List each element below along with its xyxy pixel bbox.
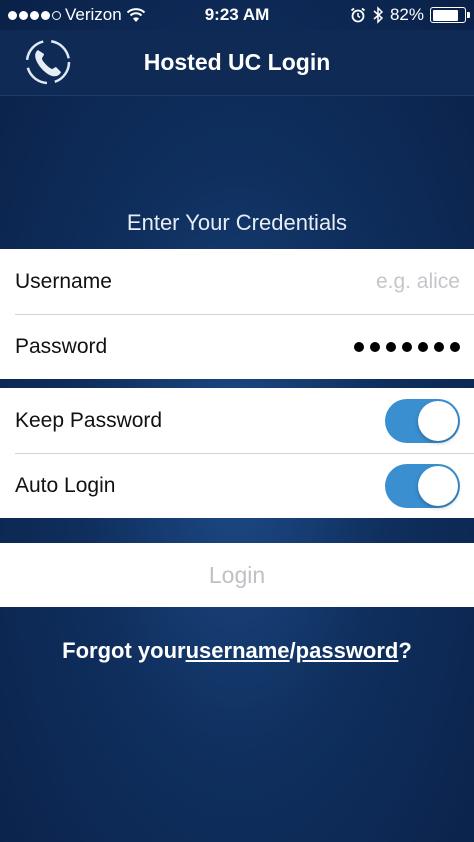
credentials-heading: Enter Your Credentials	[126, 210, 348, 235]
keep-password-label: Keep Password	[15, 408, 163, 432]
toggle-knob	[418, 400, 458, 441]
password-mask-dot	[370, 341, 380, 352]
battery-cap	[467, 12, 470, 18]
password-mask-dot	[434, 341, 444, 352]
forgot-credentials: Forgot yourusername/password?	[0, 638, 474, 664]
password-mask-dot	[418, 341, 428, 352]
signal-dot	[30, 10, 39, 20]
toggle-knob	[418, 465, 458, 506]
auto-login-toggle[interactable]	[385, 463, 460, 508]
phone-icon	[25, 39, 71, 85]
password-label: Password	[15, 334, 108, 358]
battery-percent: 82%	[389, 5, 424, 24]
alarm-icon	[350, 7, 366, 23]
signal-strength-icon	[8, 10, 61, 20]
battery-icon	[430, 7, 470, 23]
signal-dot	[8, 10, 17, 20]
forgot-username-link[interactable]: username	[186, 638, 290, 663]
wifi-icon	[126, 8, 145, 22]
signal-dot	[19, 10, 28, 20]
battery-level	[432, 9, 458, 21]
keep-password-row: Keep Password	[0, 388, 474, 453]
auto-login-label: Auto Login	[15, 473, 116, 497]
status-right: 82%	[350, 5, 470, 25]
forgot-prefix: Forgot your	[62, 638, 186, 663]
status-bar: Verizon 9:23 AM 82%	[0, 0, 474, 30]
username-field[interactable]	[260, 269, 460, 294]
forgot-password-link[interactable]: password	[296, 638, 399, 663]
page-title: Hosted UC Login	[143, 49, 331, 75]
password-mask-dot	[402, 341, 412, 352]
forgot-suffix: ?	[398, 638, 412, 663]
password-mask-dot	[386, 341, 396, 352]
password-field[interactable]	[354, 341, 460, 352]
signal-dot	[41, 10, 50, 20]
username-label: Username	[15, 269, 112, 293]
login-button[interactable]: Login	[0, 543, 474, 607]
carrier-name: Verizon	[65, 5, 122, 24]
credentials-group: Username Password	[0, 249, 474, 379]
auto-login-row: Auto Login	[0, 453, 474, 518]
password-mask-dot	[354, 341, 364, 352]
password-row[interactable]: Password	[0, 314, 474, 379]
password-mask-dot	[450, 341, 460, 352]
status-left: Verizon	[8, 5, 146, 25]
options-group: Keep Password Auto Login	[0, 388, 474, 518]
username-row[interactable]: Username	[0, 249, 474, 314]
bluetooth-icon	[373, 6, 384, 24]
nav-bar: Hosted UC Login	[0, 30, 474, 96]
signal-dot	[52, 10, 61, 20]
keep-password-toggle[interactable]	[385, 398, 460, 443]
